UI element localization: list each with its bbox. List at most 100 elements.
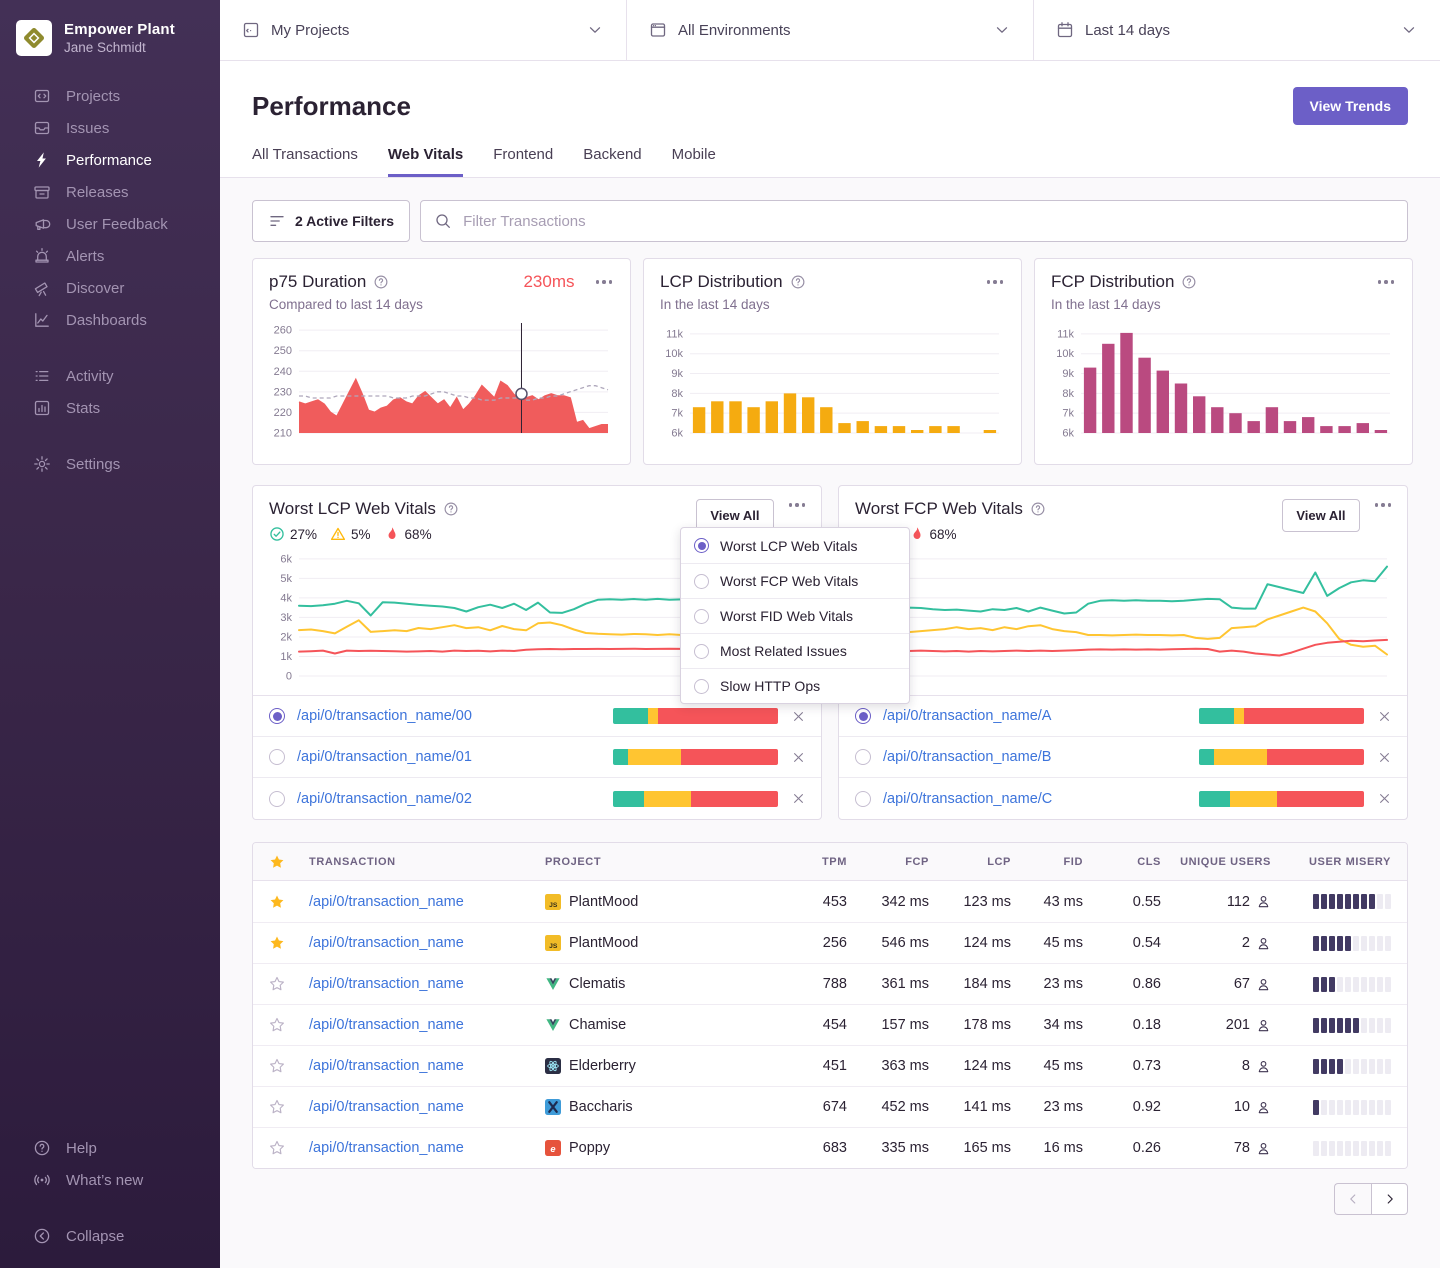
- transaction-radio[interactable]: [269, 791, 285, 807]
- card-menu-button[interactable]: [1376, 276, 1397, 288]
- lcp-distribution-chart[interactable]: 11k10k9k8k7k6k: [660, 319, 1005, 443]
- environment-selector[interactable]: All Environments: [627, 0, 1034, 60]
- tpm-value: 454: [785, 1017, 847, 1033]
- transaction-link[interactable]: /api/0/transaction_name/01: [297, 749, 472, 765]
- date-range-selector[interactable]: Last 14 days: [1034, 0, 1440, 60]
- panel-menu-button[interactable]: [1373, 499, 1394, 511]
- transaction-link[interactable]: /api/0/transaction_name: [309, 1140, 464, 1156]
- tab-all-transactions[interactable]: All Transactions: [252, 146, 358, 177]
- transaction-radio[interactable]: [855, 749, 871, 765]
- svg-text:JS: JS: [549, 901, 558, 908]
- column-header-fcp[interactable]: FCP: [847, 856, 929, 868]
- transaction-radio[interactable]: [269, 749, 285, 765]
- transaction-link[interactable]: /api/0/transaction_name: [309, 976, 464, 992]
- vital-badge: 68%: [384, 526, 432, 542]
- star-outline-icon[interactable]: [269, 976, 309, 992]
- view-trends-button[interactable]: View Trends: [1293, 87, 1408, 125]
- previous-page-button[interactable]: [1334, 1183, 1371, 1215]
- transaction-link[interactable]: /api/0/transaction_name: [309, 894, 464, 910]
- tab-backend[interactable]: Backend: [583, 146, 641, 177]
- column-header-tpm[interactable]: TPM: [785, 856, 847, 868]
- worst-fcp-chart[interactable]: 6k5k4k3k2k1k0: [855, 544, 1393, 686]
- next-page-button[interactable]: [1371, 1183, 1408, 1215]
- menu-item[interactable]: Worst LCP Web Vitals: [681, 528, 909, 563]
- panel-menu-button[interactable]: [787, 499, 808, 511]
- sidebar-item-discover[interactable]: Discover: [0, 272, 220, 304]
- sidebar-item-dashboards[interactable]: Dashboards: [0, 304, 220, 336]
- active-filters-button[interactable]: 2 Active Filters: [252, 200, 410, 242]
- transaction-link[interactable]: /api/0/transaction_name/A: [883, 708, 1051, 724]
- close-icon[interactable]: [791, 791, 806, 806]
- worst-fcp-transactions: /api/0/transaction_name/A/api/0/transact…: [839, 695, 1407, 819]
- card-menu-button[interactable]: [985, 276, 1006, 288]
- sidebar-item-collapse[interactable]: Collapse: [0, 1220, 220, 1252]
- column-header-fid[interactable]: FID: [1011, 856, 1083, 868]
- transaction-search-input[interactable]: [461, 212, 1394, 231]
- column-header-user-misery[interactable]: USER MISERY: [1271, 856, 1391, 868]
- sidebar-item-help[interactable]: Help: [0, 1132, 220, 1164]
- sidebar-nav-primary: ProjectsIssuesPerformanceReleasesUser Fe…: [0, 80, 220, 336]
- transaction-link[interactable]: /api/0/transaction_name: [309, 935, 464, 951]
- star-filled-icon[interactable]: [269, 935, 309, 951]
- star-outline-icon[interactable]: [269, 1058, 309, 1074]
- tab-frontend[interactable]: Frontend: [493, 146, 553, 177]
- menu-item[interactable]: Worst FCP Web Vitals: [681, 563, 909, 598]
- transaction-link[interactable]: /api/0/transaction_name: [309, 1017, 464, 1033]
- sidebar-item-performance[interactable]: Performance: [0, 144, 220, 176]
- svg-text:6k: 6k: [1062, 428, 1074, 440]
- tab-web-vitals[interactable]: Web Vitals: [388, 146, 463, 177]
- help-icon[interactable]: [443, 501, 459, 517]
- settings-icon: [33, 455, 51, 473]
- card-menu-button[interactable]: [594, 276, 615, 288]
- user-feedback-icon: [33, 215, 51, 233]
- sidebar-item-whats-new[interactable]: What’s new: [0, 1164, 220, 1196]
- org-switcher[interactable]: Empower Plant Jane Schmidt: [0, 14, 220, 80]
- sidebar-item-releases[interactable]: Releases: [0, 176, 220, 208]
- tab-mobile[interactable]: Mobile: [672, 146, 716, 177]
- transaction-link[interactable]: /api/0/transaction_name/00: [297, 708, 472, 724]
- close-icon[interactable]: [1377, 791, 1392, 806]
- vitals-distribution-bar: [1199, 791, 1364, 807]
- column-header-project[interactable]: PROJECT: [545, 856, 785, 868]
- sidebar-item-settings[interactable]: Settings: [0, 448, 220, 480]
- column-header-cls[interactable]: CLS: [1083, 856, 1161, 868]
- star-column-header[interactable]: [269, 854, 309, 870]
- star-outline-icon[interactable]: [269, 1140, 309, 1156]
- p75-duration-chart[interactable]: 260250240230220210: [269, 319, 614, 443]
- close-icon[interactable]: [791, 750, 806, 765]
- sidebar-item-user-feedback[interactable]: User Feedback: [0, 208, 220, 240]
- menu-item[interactable]: Slow HTTP Ops: [681, 668, 909, 703]
- column-header-lcp[interactable]: LCP: [929, 856, 1011, 868]
- transaction-radio[interactable]: [855, 708, 871, 724]
- transaction-link[interactable]: /api/0/transaction_name: [309, 1099, 464, 1115]
- view-all-button[interactable]: View All: [1282, 499, 1359, 532]
- star-outline-icon[interactable]: [269, 1017, 309, 1033]
- column-header-transaction[interactable]: TRANSACTION: [309, 856, 545, 868]
- sidebar-item-issues[interactable]: Issues: [0, 112, 220, 144]
- close-icon[interactable]: [791, 709, 806, 724]
- help-icon[interactable]: [373, 274, 389, 290]
- column-header-unique-users[interactable]: UNIQUE USERS: [1161, 856, 1271, 868]
- fcp-distribution-chart[interactable]: 11k10k9k8k7k6k: [1051, 319, 1396, 443]
- help-icon[interactable]: [1030, 501, 1046, 517]
- transaction-radio[interactable]: [269, 708, 285, 724]
- help-icon[interactable]: [1181, 274, 1197, 290]
- transaction-radio[interactable]: [855, 791, 871, 807]
- star-filled-icon[interactable]: [269, 894, 309, 910]
- sidebar-item-alerts[interactable]: Alerts: [0, 240, 220, 272]
- transaction-link[interactable]: /api/0/transaction_name/B: [883, 749, 1051, 765]
- menu-item[interactable]: Most Related Issues: [681, 633, 909, 668]
- close-icon[interactable]: [1377, 709, 1392, 724]
- help-icon[interactable]: [790, 274, 806, 290]
- transaction-link[interactable]: /api/0/transaction_name/02: [297, 791, 472, 807]
- close-icon[interactable]: [1377, 750, 1392, 765]
- transaction-link[interactable]: /api/0/transaction_name: [309, 1058, 464, 1074]
- star-outline-icon[interactable]: [269, 1099, 309, 1115]
- transaction-link[interactable]: /api/0/transaction_name/C: [883, 791, 1052, 807]
- sidebar-item-activity[interactable]: Activity: [0, 360, 220, 392]
- sidebar-item-stats[interactable]: Stats: [0, 392, 220, 424]
- sidebar-item-projects[interactable]: Projects: [0, 80, 220, 112]
- project-selector[interactable]: My Projects: [220, 0, 627, 60]
- menu-item[interactable]: Worst FID Web Vitals: [681, 598, 909, 633]
- vital-badge-value: 5%: [351, 527, 371, 542]
